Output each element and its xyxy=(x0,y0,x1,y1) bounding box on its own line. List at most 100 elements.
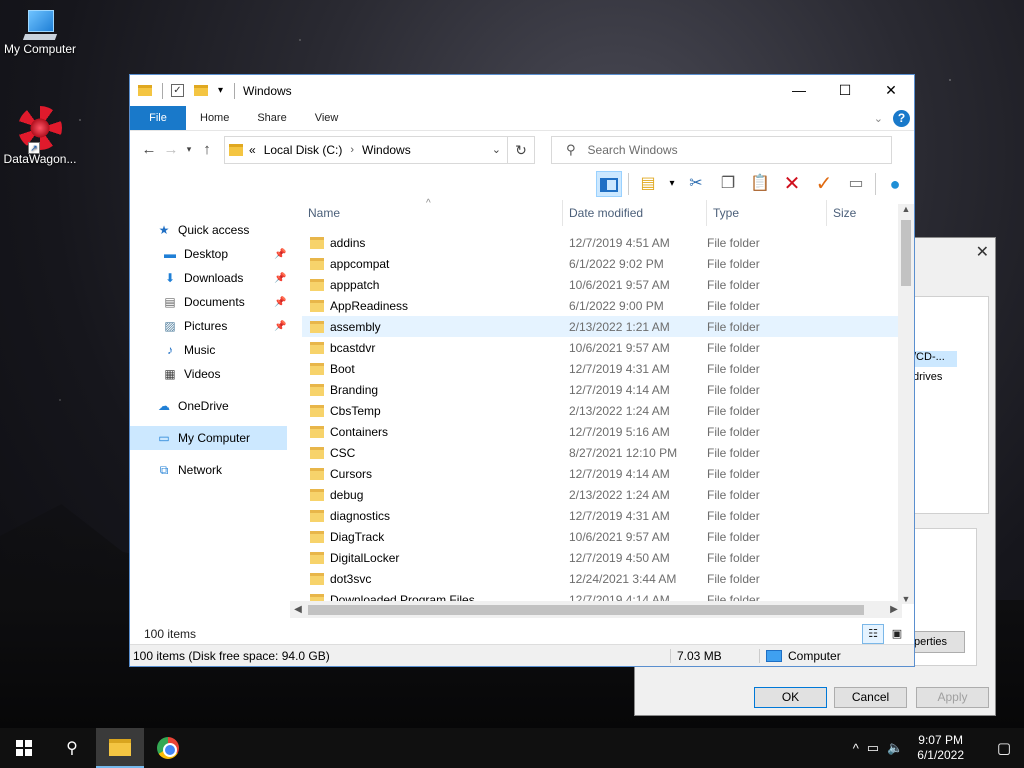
pin-icon[interactable]: 📌 xyxy=(274,249,286,260)
nav-videos[interactable]: ▦ Videos xyxy=(130,362,297,386)
table-row[interactable]: dot3svc 12/24/2021 3:44 AM File folder xyxy=(302,568,898,589)
table-row[interactable]: assembly 2/13/2022 1:21 AM File folder xyxy=(302,316,898,337)
table-row[interactable]: DigitalLocker 12/7/2019 4:50 AM File folde… xyxy=(302,547,898,568)
minimize-icon[interactable]: — xyxy=(776,75,822,106)
paste-icon[interactable]: 📋 xyxy=(747,171,773,197)
network-status-icon[interactable]: ▭ xyxy=(867,740,879,756)
column-header-type[interactable]: Type xyxy=(707,200,827,226)
table-row[interactable]: CbsTemp 2/13/2022 1:24 AM File folder xyxy=(302,400,898,421)
breadcrumb-windows[interactable]: Windows xyxy=(362,143,411,157)
table-row[interactable]: diagnostics 12/7/2019 4:31 AM File folder xyxy=(302,505,898,526)
nav-documents[interactable]: ▤ Documents 📌 xyxy=(130,290,297,314)
address-dropdown-icon[interactable]: ⌄ xyxy=(492,143,501,156)
table-row[interactable]: DiagTrack 10/6/2021 9:57 AM File folder xyxy=(302,526,898,547)
pin-icon[interactable]: 📌 xyxy=(274,297,286,308)
views-menu-icon[interactable]: ▤ xyxy=(635,171,661,197)
clock[interactable]: 9:07 PM 6/1/2022 xyxy=(917,733,964,763)
delete-icon[interactable]: ✕ xyxy=(779,171,805,197)
scroll-up-icon[interactable]: ▲ xyxy=(898,204,914,214)
tab-file[interactable]: File xyxy=(130,106,186,130)
notifications-icon[interactable]: ▢ xyxy=(984,739,1024,757)
preview-pane-icon[interactable] xyxy=(596,171,622,197)
breadcrumb-local-disk[interactable]: Local Disk (C:) xyxy=(264,143,343,157)
tab-share[interactable]: Share xyxy=(243,106,300,130)
cut-icon[interactable]: ✂ xyxy=(683,171,709,197)
pin-icon[interactable]: 📌 xyxy=(274,321,286,332)
nav-desktop[interactable]: ▬ Desktop 📌 xyxy=(130,242,297,266)
chevron-right-icon[interactable]: › xyxy=(350,144,354,156)
up-arrow-icon[interactable]: ↑ xyxy=(196,141,218,158)
table-row[interactable]: Boot 12/7/2019 4:31 AM File folder xyxy=(302,358,898,379)
show-hidden-icons-chevron-icon[interactable]: ^ xyxy=(853,741,859,756)
globe-icon[interactable]: ● xyxy=(882,171,908,197)
table-row[interactable]: AppReadiness 6/1/2022 9:00 PM File folder xyxy=(302,295,898,316)
nav-my-computer[interactable]: ▭ My Computer xyxy=(130,426,287,450)
refresh-icon[interactable]: ↻ xyxy=(508,135,535,164)
horizontal-scrollbar[interactable]: ◀ ▶ xyxy=(290,601,902,618)
computer-icon: ▭ xyxy=(158,431,170,445)
properties-check-icon[interactable]: ✓ xyxy=(171,84,184,97)
tab-home[interactable]: Home xyxy=(186,106,243,130)
search-input[interactable]: ⚲ Search Windows xyxy=(551,135,892,164)
back-arrow-icon[interactable]: ← xyxy=(138,141,160,158)
column-header-date[interactable]: Date modified xyxy=(563,200,707,226)
close-icon[interactable]: ✕ xyxy=(868,75,914,106)
scroll-left-icon[interactable]: ◀ xyxy=(290,601,306,618)
address-bar[interactable]: « Local Disk (C:) › Windows ⌄ xyxy=(224,135,508,164)
rename-checkmark-icon[interactable]: ✓ xyxy=(811,171,837,197)
nav-network[interactable]: ⧉ Network xyxy=(130,458,297,482)
cancel-button[interactable]: Cancel xyxy=(834,687,907,708)
table-row[interactable]: CSC 8/27/2021 12:10 PM File folder xyxy=(302,442,898,463)
customize-toolbar-dropdown-icon[interactable]: ▾ xyxy=(218,85,226,96)
scroll-right-icon[interactable]: ▶ xyxy=(886,601,902,618)
details-view-icon[interactable]: ☷ xyxy=(862,624,884,644)
copy-icon[interactable]: ❐ xyxy=(715,171,741,197)
table-row[interactable]: debug 2/13/2022 1:24 AM File folder xyxy=(302,484,898,505)
desktop-icon-my-computer[interactable]: My Computer xyxy=(0,10,80,56)
large-icons-view-icon[interactable]: ▣ xyxy=(886,624,908,644)
scrollbar-thumb[interactable] xyxy=(308,605,864,615)
tab-view[interactable]: View xyxy=(301,106,353,130)
nav-onedrive[interactable]: ☁ OneDrive xyxy=(130,394,297,418)
table-row[interactable]: Branding 12/7/2019 4:14 AM File folder xyxy=(302,379,898,400)
table-row[interactable]: appcompat 6/1/2022 9:02 PM File folder xyxy=(302,253,898,274)
maximize-icon[interactable]: ☐ xyxy=(822,75,868,106)
properties-icon[interactable]: ▭ xyxy=(843,171,869,197)
title-bar[interactable]: ✓ ▾ Windows — ☐ ✕ xyxy=(130,75,914,106)
forward-arrow-icon[interactable]: → xyxy=(160,141,182,158)
taskbar-file-explorer[interactable] xyxy=(96,728,144,768)
expand-ribbon-chevron-icon[interactable]: ⌄ xyxy=(874,112,883,125)
folder-icon xyxy=(310,236,324,249)
nav-music[interactable]: ♪ Music xyxy=(130,338,297,362)
taskbar-chrome[interactable] xyxy=(144,728,192,768)
views-dropdown-icon[interactable]: ▾ xyxy=(667,171,677,197)
new-folder-icon[interactable] xyxy=(194,85,208,96)
desktop-icon-datawagon[interactable]: ↗ DataWagon... xyxy=(0,106,80,166)
nav-pictures[interactable]: ▨ Pictures 📌 xyxy=(130,314,297,338)
table-row[interactable]: Containers 12/7/2019 5:16 AM File folder xyxy=(302,421,898,442)
dialog-list-item[interactable]: drives xyxy=(913,371,942,383)
search-placeholder: Search Windows xyxy=(587,142,678,157)
dialog-list-selected-item[interactable]: /CD-... xyxy=(911,351,957,367)
close-icon[interactable]: ✕ xyxy=(976,242,989,262)
apply-button[interactable]: Apply xyxy=(916,687,989,708)
nav-downloads[interactable]: ⬇ Downloads 📌 xyxy=(130,266,297,290)
table-row[interactable]: Cursors 12/7/2019 4:14 AM File folder xyxy=(302,463,898,484)
breadcrumb-overflow[interactable]: « xyxy=(249,143,256,157)
pin-icon[interactable]: 📌 xyxy=(274,273,286,284)
scrollbar-thumb[interactable] xyxy=(901,220,911,286)
help-icon[interactable]: ? xyxy=(893,109,910,127)
column-header-name[interactable]: Name ^ xyxy=(302,198,563,226)
ok-button[interactable]: OK xyxy=(754,687,827,708)
properties-button[interactable]: perties xyxy=(909,631,965,653)
vertical-scrollbar[interactable]: ▲ ▼ xyxy=(898,204,914,604)
volume-icon[interactable]: 🔈 xyxy=(887,740,903,756)
recent-locations-chevron-icon[interactable]: ▾ xyxy=(182,144,196,155)
nav-quick-access[interactable]: ★ Quick access xyxy=(130,218,297,242)
table-row[interactable]: addins 12/7/2019 4:51 AM File folder xyxy=(302,232,898,253)
start-button[interactable] xyxy=(0,728,48,768)
column-header-size[interactable]: Size xyxy=(827,200,900,226)
table-row[interactable]: bcastdvr 10/6/2021 9:57 AM File folder xyxy=(302,337,898,358)
table-row[interactable]: apppatch 10/6/2021 9:57 AM File folder xyxy=(302,274,898,295)
search-button[interactable]: ⚲ xyxy=(48,728,96,768)
